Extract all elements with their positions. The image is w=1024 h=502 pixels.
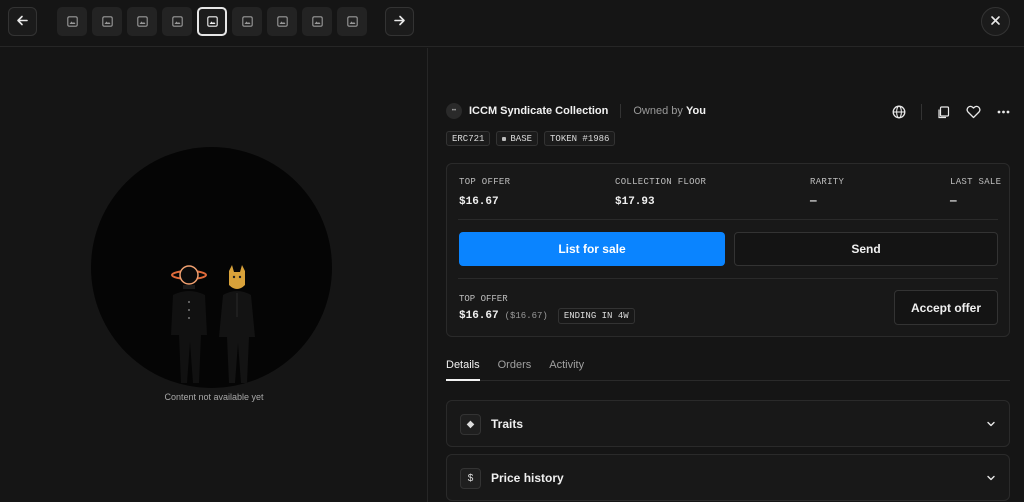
card-divider-top [458,219,998,220]
chevron-down-icon [987,475,995,481]
arrow-right-icon [393,14,406,30]
token-id-tag: TOKEN #1986 [544,131,616,146]
tab-activity[interactable]: Activity [549,358,584,381]
nft-image [91,147,332,388]
thumbnail-4[interactable] [162,7,192,36]
rarity-label: RARITY [810,177,845,187]
thumbnail-8[interactable] [302,7,332,36]
image-icon [241,16,253,27]
card-divider-bottom [458,278,998,279]
image-icon [66,16,78,27]
more-icon[interactable] [994,103,1012,121]
market-card: TOP OFFER $16.67 COLLECTION FLOOR $17.93… [446,163,1010,337]
rarity-value: — [810,196,817,208]
thumbnail-6[interactable] [232,7,262,36]
accept-offer-button[interactable]: Accept offer [894,290,998,325]
floor-label: COLLECTION FLOOR [615,177,707,187]
offer-usd: ($16.67) [504,311,548,321]
prev-button[interactable] [8,7,37,36]
thumbnail-2[interactable] [92,7,122,36]
image-icon [206,16,218,27]
thumbnail-strip [57,7,367,36]
image-icon [136,16,148,27]
details-pane: •• ICCM Syndicate Collection Owned by Yo… [429,48,1024,502]
rarity-stat: RARITY — [810,177,844,208]
chain-tag-label: BASE [510,133,533,144]
dollar-icon: $ [460,468,481,489]
content-unavailable-caption: Content not available yet [164,392,264,402]
image-icon [171,16,183,27]
floor-value: $17.93 [615,196,655,208]
copy-icon[interactable] [934,103,952,121]
token-tags: ERC721 BASE TOKEN #1986 [446,131,616,146]
top-offer-stat: TOP OFFER $16.67 [459,177,510,208]
offer-price: $16.67 [459,310,499,322]
owner-prefix: Owned by [633,105,683,117]
list-for-sale-button[interactable]: List for sale [459,232,725,266]
offer-row: $16.67 ($16.67) ENDING IN 4W [459,308,635,324]
top-toolbar [0,0,1024,47]
thumbnail-5[interactable] [197,7,227,36]
figure-right [219,265,255,383]
tab-orders[interactable]: Orders [498,358,532,381]
last-sale-stat: LAST SALE — [950,177,1001,208]
traits-title: Traits [491,417,524,431]
top-offer-value: $16.67 [459,196,499,208]
price-history-title: Price history [491,471,564,485]
next-button[interactable] [385,7,414,36]
price-history-section[interactable]: $ Price history [446,454,1010,501]
image-icon [346,16,358,27]
collection-header: •• ICCM Syndicate Collection Owned by Yo… [446,103,706,119]
thumbnail-9[interactable] [337,7,367,36]
arrow-left-icon [16,14,29,30]
heart-icon[interactable] [964,103,982,121]
traits-section[interactable]: ◆ Traits [446,400,1010,447]
floor-stat: COLLECTION FLOOR $17.93 [615,177,706,208]
thumbnail-7[interactable] [267,7,297,36]
image-icon [311,16,323,27]
thumbnail-3[interactable] [127,7,157,36]
send-button[interactable]: Send [734,232,998,266]
diamond-icon: ◆ [460,414,481,435]
globe-icon[interactable] [890,103,908,121]
top-offer-label: TOP OFFER [459,177,511,187]
figure-left [171,265,207,383]
tab-details[interactable]: Details [446,358,480,381]
owner-text: Owned by You [633,105,706,117]
base-chain-icon [502,136,507,141]
close-icon [990,14,1001,29]
collection-name[interactable]: ICCM Syndicate Collection [469,105,608,117]
last-sale-label: LAST SALE [950,177,1002,187]
thumbnail-1[interactable] [57,7,87,36]
header-divider [620,104,622,118]
owner-name[interactable]: You [686,105,706,117]
chain-tag: BASE [496,131,539,146]
offer-expiry-badge: ENDING IN 4W [557,308,635,324]
offer-label: TOP OFFER [459,294,508,304]
standard-tag: ERC721 [446,131,491,146]
image-icon [276,16,288,27]
chevron-down-icon [987,421,995,427]
icon-divider [921,104,922,120]
last-sale-value: — [950,196,957,208]
image-icon [101,16,113,27]
details-tabs: Details Orders Activity [446,358,1010,381]
close-button[interactable] [981,7,1010,36]
collection-avatar[interactable]: •• [446,103,462,119]
media-pane: Content not available yet [0,48,428,502]
